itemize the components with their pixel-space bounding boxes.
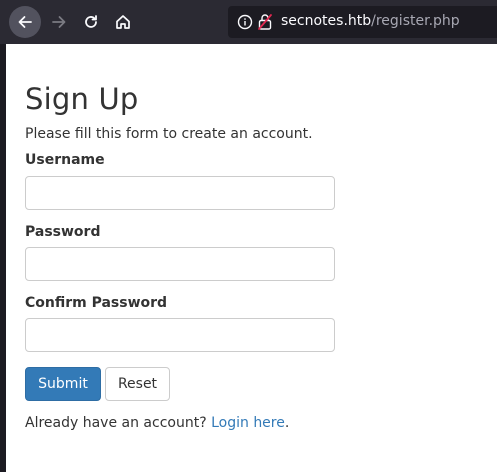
username-label: Username bbox=[25, 152, 105, 168]
browser-toolbar: secnotes.htb/register.php bbox=[0, 0, 497, 44]
url-path: /register.php bbox=[371, 13, 460, 29]
login-prompt: Already have an account? Login here. bbox=[25, 415, 289, 431]
confirm-password-input[interactable] bbox=[25, 318, 335, 352]
page-content: Sign Up Please fill this form to create … bbox=[6, 44, 497, 472]
arrow-right-icon bbox=[52, 16, 66, 28]
arrow-left-icon bbox=[18, 16, 32, 28]
forward-button[interactable] bbox=[43, 6, 75, 38]
back-button[interactable] bbox=[9, 6, 41, 38]
home-icon bbox=[116, 15, 130, 29]
info-icon[interactable] bbox=[237, 14, 253, 30]
login-prompt-text: Already have an account? bbox=[25, 415, 212, 431]
form-subtitle: Please fill this form to create an accou… bbox=[25, 126, 313, 142]
insecure-lock-icon[interactable] bbox=[257, 13, 273, 31]
url-text: secnotes.htb/register.php bbox=[281, 13, 460, 29]
username-input[interactable] bbox=[25, 176, 335, 210]
password-input[interactable] bbox=[25, 247, 335, 281]
reset-button[interactable]: Reset bbox=[105, 367, 170, 401]
reload-button[interactable] bbox=[75, 6, 107, 38]
submit-button[interactable]: Submit bbox=[25, 367, 101, 401]
address-bar[interactable]: secnotes.htb/register.php bbox=[228, 6, 497, 38]
home-button[interactable] bbox=[107, 6, 139, 38]
password-label: Password bbox=[25, 224, 101, 240]
login-link[interactable]: Login here bbox=[211, 415, 285, 431]
page-title: Sign Up bbox=[25, 82, 139, 116]
url-host: secnotes.htb bbox=[281, 13, 372, 29]
reload-icon bbox=[85, 15, 97, 28]
login-prompt-suffix: . bbox=[284, 415, 290, 431]
confirm-password-label: Confirm Password bbox=[25, 295, 168, 311]
